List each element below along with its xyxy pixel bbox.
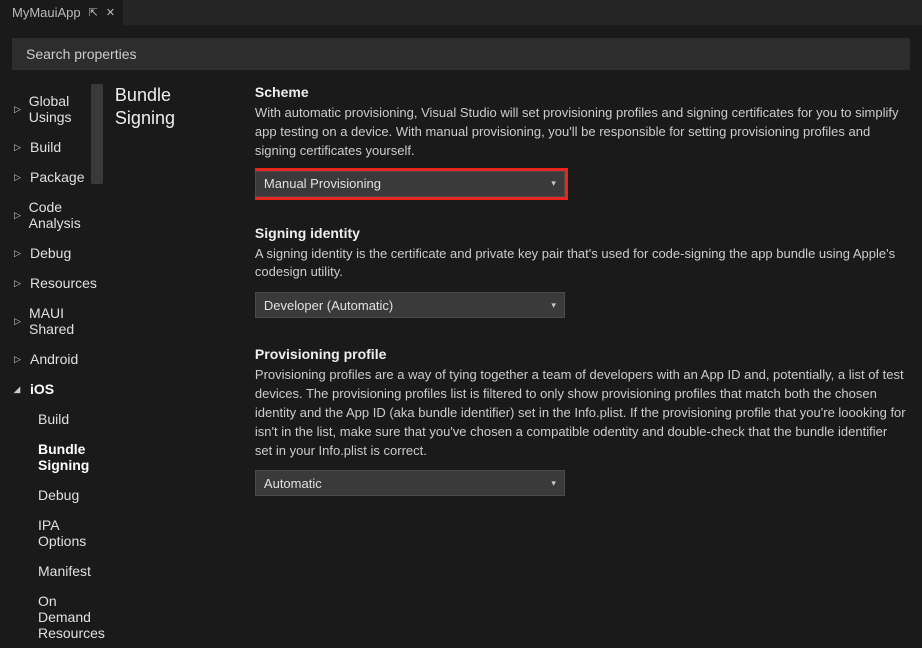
sidebar-item-ios-build[interactable]: Build — [14, 404, 105, 434]
sidebar-item-label: On Demand Resources — [38, 593, 105, 641]
sidebar-item-ios-ipa-options[interactable]: IPA Options — [14, 510, 105, 556]
profile-description: Provisioning profiles are a way of tying… — [255, 366, 908, 460]
sidebar-item-label: Manifest — [38, 563, 91, 579]
search-input[interactable]: Search properties — [12, 38, 910, 70]
chevron-down-icon: ▾ — [551, 478, 556, 489]
pin-icon[interactable]: ⇱ — [89, 6, 98, 19]
sidebar-item-label: Build — [38, 411, 69, 427]
identity-description: A signing identity is the certificate an… — [255, 245, 908, 283]
sidebar: Global Usings Build Package Code Analysi… — [0, 78, 105, 540]
scrollbar[interactable] — [91, 84, 103, 184]
field-scheme: Scheme With automatic provisioning, Visu… — [255, 84, 908, 197]
identity-dropdown[interactable]: Developer (Automatic) ▾ — [255, 292, 565, 318]
sidebar-item-resources[interactable]: Resources — [14, 268, 105, 298]
sidebar-item-label: Bundle Signing — [38, 441, 105, 473]
scheme-label: Scheme — [255, 84, 908, 100]
identity-value: Developer (Automatic) — [264, 298, 393, 313]
chevron-right-icon — [14, 354, 24, 365]
sidebar-item-label: iOS — [30, 381, 54, 397]
sidebar-item-label: MAUI Shared — [29, 305, 105, 337]
close-icon[interactable]: ✕ — [106, 6, 115, 19]
sidebar-item-label: Android — [30, 351, 78, 367]
chevron-right-icon — [14, 104, 23, 115]
sidebar-item-label: Debug — [38, 487, 79, 503]
sidebar-item-label: IPA Options — [38, 517, 105, 549]
content-panel: Scheme With automatic provisioning, Visu… — [255, 78, 922, 524]
chevron-right-icon — [14, 210, 23, 221]
tab-bar: MyMauiApp ⇱ ✕ — [0, 0, 922, 26]
field-provisioning-profile: Provisioning profile Provisioning profil… — [255, 346, 908, 496]
profile-value: Automatic — [264, 476, 322, 491]
tab-mymauiapp[interactable]: MyMauiApp ⇱ ✕ — [0, 0, 123, 25]
scheme-description: With automatic provisioning, Visual Stud… — [255, 104, 908, 161]
scheme-value: Manual Provisioning — [264, 176, 381, 191]
chevron-right-icon — [14, 172, 24, 183]
sidebar-item-label: Debug — [30, 245, 71, 261]
chevron-down-icon: ▾ — [551, 178, 556, 189]
sidebar-item-maui-shared[interactable]: MAUI Shared — [14, 298, 105, 344]
profile-dropdown[interactable]: Automatic ▾ — [255, 470, 565, 496]
search-placeholder: Search properties — [26, 46, 137, 62]
sidebar-item-code-analysis[interactable]: Code Analysis — [14, 192, 105, 238]
profile-label: Provisioning profile — [255, 346, 908, 362]
sidebar-item-ios-on-demand-resources[interactable]: On Demand Resources — [14, 586, 105, 648]
chevron-right-icon — [14, 316, 23, 327]
sidebar-item-label: Code Analysis — [29, 199, 105, 231]
sidebar-item-ios-bundle-signing[interactable]: Bundle Signing — [14, 434, 105, 480]
chevron-right-icon — [14, 278, 24, 289]
scheme-dropdown[interactable]: Manual Provisioning ▾ — [255, 171, 565, 197]
sidebar-item-ios-manifest[interactable]: Manifest — [14, 556, 105, 586]
chevron-right-icon — [14, 142, 24, 153]
sidebar-item-debug[interactable]: Debug — [14, 238, 105, 268]
identity-label: Signing identity — [255, 225, 908, 241]
field-signing-identity: Signing identity A signing identity is t… — [255, 225, 908, 319]
chevron-down-icon: ▾ — [551, 300, 556, 311]
sidebar-item-ios[interactable]: iOS — [14, 374, 105, 404]
sidebar-item-label: Resources — [30, 275, 97, 291]
tab-title: MyMauiApp — [12, 5, 81, 20]
section-title: Bundle Signing — [105, 78, 255, 131]
sidebar-item-label: Build — [30, 139, 61, 155]
sidebar-item-ios-debug[interactable]: Debug — [14, 480, 105, 510]
sidebar-item-android[interactable]: Android — [14, 344, 105, 374]
sidebar-item-label: Package — [30, 169, 84, 185]
chevron-down-icon — [14, 384, 24, 395]
chevron-right-icon — [14, 248, 24, 259]
